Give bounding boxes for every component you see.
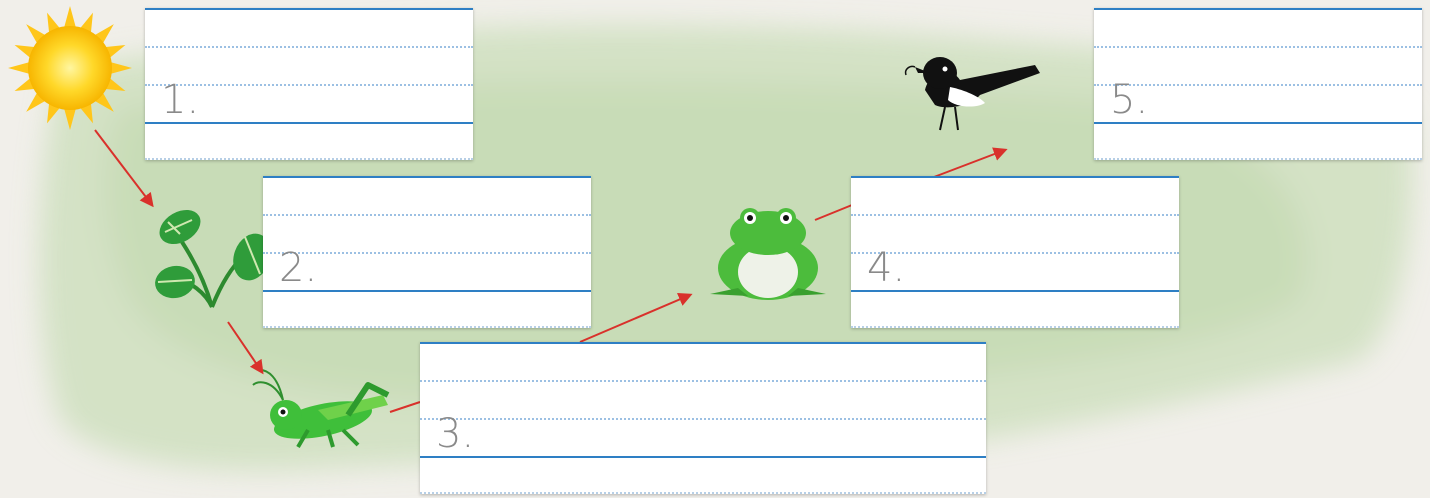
dotted-midline bbox=[1094, 46, 1422, 48]
bottom-dots bbox=[145, 158, 473, 160]
bottom-dots bbox=[263, 326, 591, 328]
answer-box-2[interactable]: 2. bbox=[263, 176, 591, 328]
box-number: 2. bbox=[279, 245, 318, 291]
bottom-dots bbox=[851, 326, 1179, 328]
box-number: 1. bbox=[161, 77, 200, 123]
box-number: 5. bbox=[1110, 77, 1149, 123]
bottom-dots bbox=[420, 492, 986, 494]
dotted-midline bbox=[420, 418, 986, 420]
dotted-midline bbox=[145, 46, 473, 48]
answer-box-5[interactable]: 5. bbox=[1094, 8, 1422, 160]
answer-box-3[interactable]: 3. bbox=[420, 342, 986, 494]
answer-box-1[interactable]: 1. bbox=[145, 8, 473, 160]
dotted-midline bbox=[851, 214, 1179, 216]
dotted-midline bbox=[263, 214, 591, 216]
box-number: 3. bbox=[436, 411, 475, 457]
bottom-dots bbox=[1094, 158, 1422, 160]
answer-box-4[interactable]: 4. bbox=[851, 176, 1179, 328]
baseline bbox=[420, 456, 986, 458]
box-number: 4. bbox=[867, 245, 906, 291]
dotted-midline bbox=[420, 380, 986, 382]
